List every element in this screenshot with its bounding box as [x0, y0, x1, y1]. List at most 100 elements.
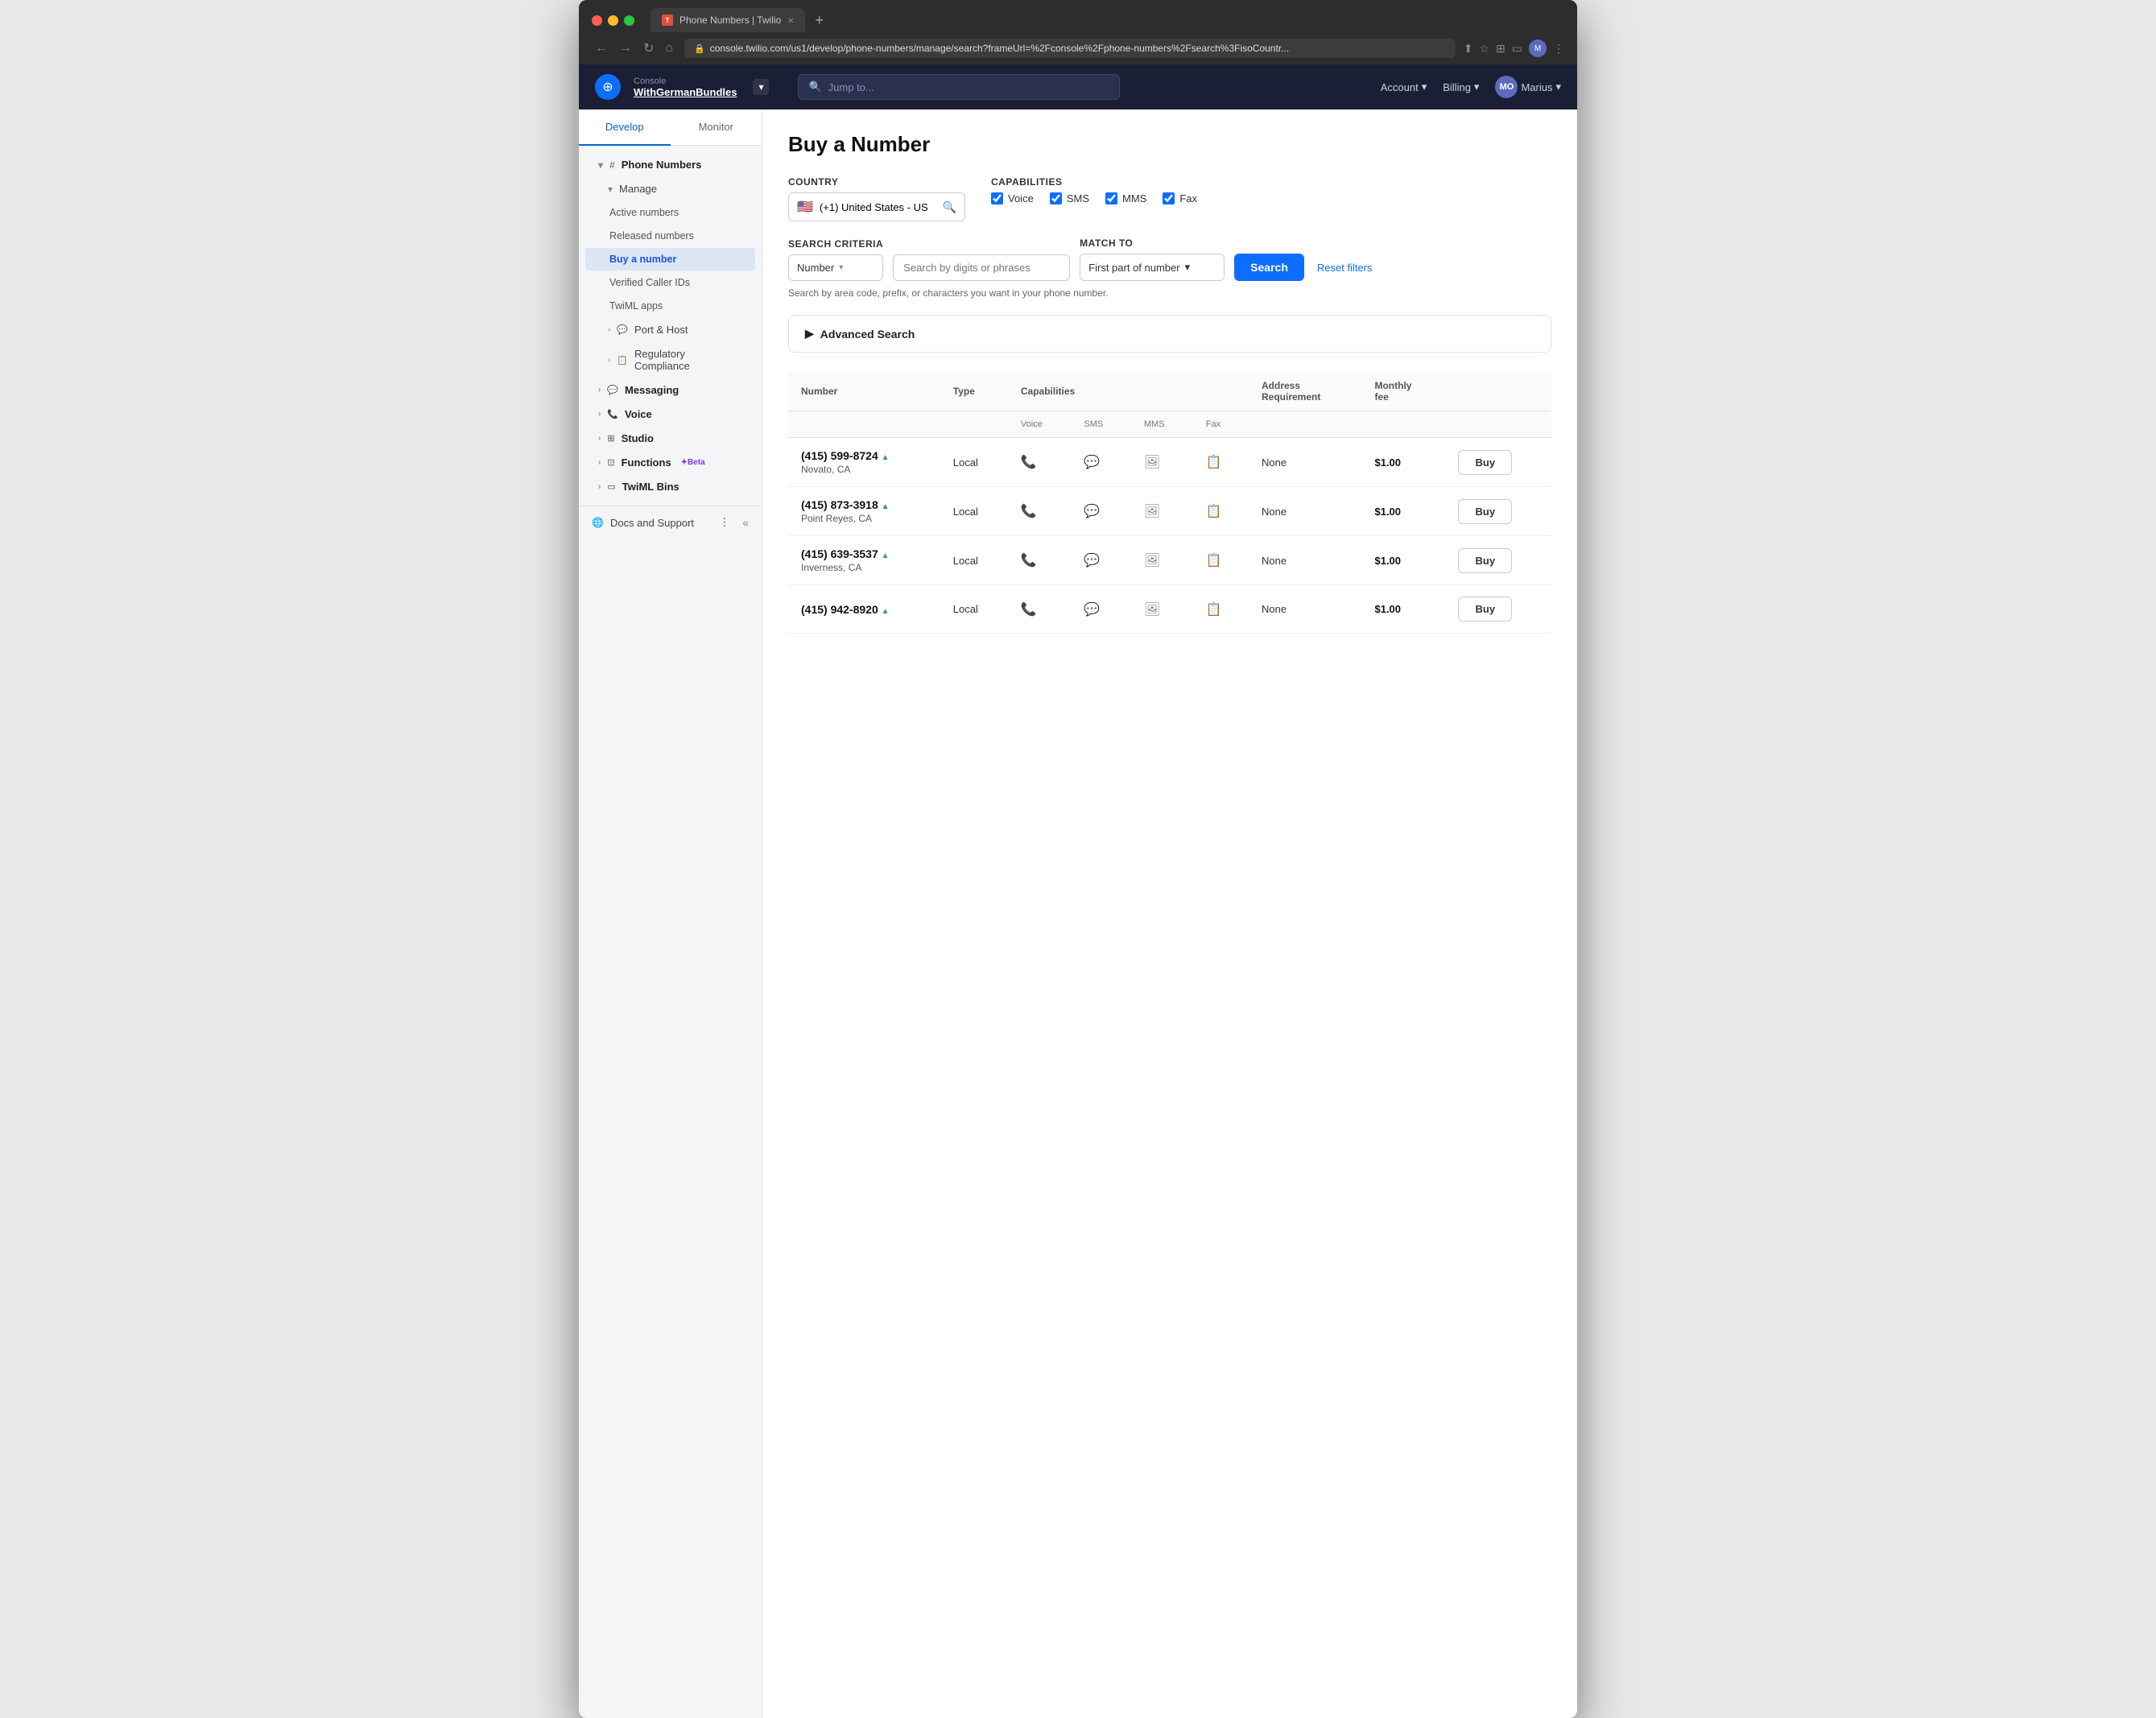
trend-icon: ▲ [882, 607, 890, 616]
sidebar-item-studio[interactable]: › ⊞ Studio [585, 427, 755, 450]
twiml-apps-label: TwiML apps [609, 300, 663, 312]
buy-button-3[interactable]: Buy [1458, 597, 1512, 622]
sidebar-item-manage[interactable]: ▾ Manage [585, 177, 755, 200]
header-search: 🔍 Jump to... [798, 74, 1120, 100]
sidebar-nav: ▾ # Phone Numbers ▾ Manage Active number… [579, 146, 762, 506]
country-capabilities-row: Country 🇺🇸 (+1) United States - US 🔍 Cap… [788, 176, 1551, 221]
sidebar-item-regulatory-compliance[interactable]: › 📋 Regulatory Compliance [585, 342, 755, 378]
capability-mms[interactable]: MMS [1105, 192, 1146, 204]
capabilities-group: Capabilities Voice SMS [991, 176, 1197, 204]
browser-tab[interactable]: T Phone Numbers | Twilio × [651, 8, 805, 32]
back-button[interactable]: ← [592, 39, 611, 58]
number-location-1: Point Reyes, CA [801, 513, 927, 524]
jump-to-placeholder: Jump to... [828, 81, 874, 93]
col-sub-type [940, 411, 1008, 438]
cell-number-0: (415) 599-8724 ▲ Novato, CA [788, 438, 940, 487]
capability-voice[interactable]: Voice [991, 192, 1034, 204]
tab-monitor[interactable]: Monitor [671, 109, 762, 146]
browser-profile-icon[interactable]: M [1529, 39, 1547, 57]
tab-close-button[interactable]: × [787, 14, 794, 27]
account-menu[interactable]: Account ▾ [1381, 81, 1427, 93]
new-tab-button[interactable]: + [808, 9, 830, 32]
account-name[interactable]: WithGermanBundles [634, 86, 737, 98]
cell-sms-3: 💬 [1071, 585, 1130, 634]
home-button[interactable]: ⌂ [662, 39, 676, 58]
capability-fax[interactable]: Fax [1163, 192, 1197, 204]
forward-button[interactable]: → [616, 39, 635, 58]
col-header-action [1445, 372, 1551, 411]
sidebar-item-twiml-apps[interactable]: TwiML apps [585, 295, 755, 317]
buy-button-2[interactable]: Buy [1458, 548, 1512, 573]
menu-button[interactable]: ⋮ [1553, 39, 1564, 57]
sidebar-item-buy-number[interactable]: Buy a number [585, 248, 755, 271]
sms-cap-icon: 💬 [1084, 456, 1100, 469]
cell-type-3: Local [940, 585, 1008, 634]
tab-develop[interactable]: Develop [579, 109, 671, 146]
address-bar[interactable]: 🔒 console.twilio.com/us1/develop/phone-n… [684, 39, 1456, 58]
minimize-window-button[interactable] [608, 15, 618, 26]
buy-button-0[interactable]: Buy [1458, 450, 1512, 475]
sidebar-item-twiml-bins[interactable]: › ▭ TwiML Bins [585, 475, 755, 498]
port-host-label: Port & Host [634, 324, 688, 336]
sms-checkbox[interactable] [1050, 192, 1062, 204]
criteria-type-value: Number [797, 262, 834, 274]
billing-menu[interactable]: Billing ▾ [1443, 81, 1479, 93]
voice-cap-icon: 📞 [1021, 456, 1037, 469]
buy-button-1[interactable]: Buy [1458, 499, 1512, 524]
country-select[interactable]: 🇺🇸 (+1) United States - US 🔍 [788, 192, 965, 221]
cell-voice-1: 📞 [1008, 487, 1072, 536]
number-location-2: Inverness, CA [801, 562, 927, 573]
match-to-section: Match to First part of number ▾ [1080, 237, 1225, 281]
mms-checkbox[interactable] [1105, 192, 1117, 204]
voice-checkbox[interactable] [991, 192, 1003, 204]
criteria-chevron-icon: ▾ [839, 263, 843, 272]
match-to-dropdown[interactable]: First part of number ▾ [1080, 254, 1225, 281]
fax-checkbox[interactable] [1163, 192, 1175, 204]
extensions-button[interactable]: ⊞ [1496, 39, 1505, 57]
sidebar-footer[interactable]: 🌐 Docs and Support ⋮ « [579, 506, 762, 539]
sms-cap-icon: 💬 [1084, 603, 1100, 617]
reset-filters-button[interactable]: Reset filters [1314, 254, 1376, 281]
cell-type-2: Local [940, 536, 1008, 585]
sidebar-item-phone-numbers[interactable]: ▾ # Phone Numbers [585, 153, 755, 176]
maximize-window-button[interactable] [624, 15, 634, 26]
cell-number-3: (415) 942-8920 ▲ [788, 585, 940, 634]
advanced-search-toggle[interactable]: ▶ Advanced Search [789, 316, 1551, 352]
country-value: (+1) United States - US [820, 201, 928, 213]
bookmark-button[interactable]: ☆ [1479, 39, 1489, 57]
account-dropdown-button[interactable]: ▾ [753, 79, 769, 95]
docs-more-icon[interactable]: ⋮ [719, 516, 729, 529]
mms-cap-icon: 🖼 [1144, 554, 1160, 568]
window-controls [592, 15, 634, 26]
messaging-icon: 💬 [607, 385, 618, 395]
sidebar-collapse-button[interactable]: « [742, 516, 749, 529]
search-button[interactable]: Search [1234, 254, 1304, 281]
criteria-type-dropdown[interactable]: Number ▾ [788, 254, 883, 281]
search-digits-input[interactable] [893, 254, 1070, 281]
docs-support-label: Docs and Support [610, 517, 694, 529]
sidebar-toggle-button[interactable]: ▭ [1512, 39, 1522, 57]
beta-badge: ✦Beta [681, 458, 705, 467]
close-window-button[interactable] [592, 15, 602, 26]
voice-cap-icon: 📞 [1021, 554, 1037, 568]
sidebar-item-verified-caller-ids[interactable]: Verified Caller IDs [585, 271, 755, 294]
account-chevron-icon: ▾ [1422, 81, 1427, 93]
functions-icon: ⊡ [607, 457, 614, 468]
cell-sms-1: 💬 [1071, 487, 1130, 536]
advanced-search-chevron-icon: ▶ [805, 327, 814, 341]
sidebar-item-voice[interactable]: › 📞 Voice [585, 403, 755, 426]
jump-to-search[interactable]: 🔍 Jump to... [798, 74, 1120, 100]
sidebar: Develop Monitor ▾ # Phone Numbers [579, 109, 762, 1718]
capability-sms[interactable]: SMS [1050, 192, 1089, 204]
sidebar-item-functions[interactable]: › ⊡ Functions ✦Beta [585, 451, 755, 474]
sidebar-item-released-numbers[interactable]: Released numbers [585, 225, 755, 247]
twiml-bins-chevron-icon: › [598, 482, 601, 491]
share-button[interactable]: ⬆ [1464, 39, 1473, 57]
sidebar-item-active-numbers[interactable]: Active numbers [585, 201, 755, 224]
reload-button[interactable]: ↻ [640, 39, 657, 58]
sidebar-item-messaging[interactable]: › 💬 Messaging [585, 378, 755, 402]
user-menu[interactable]: MO Marius ▾ [1495, 76, 1561, 98]
app-header: ⊕ Console WithGermanBundles ▾ 🔍 Jump to.… [579, 64, 1577, 109]
country-search-button[interactable]: 🔍 [943, 200, 956, 214]
sidebar-item-port-host[interactable]: › 💬 Port & Host [585, 318, 755, 341]
